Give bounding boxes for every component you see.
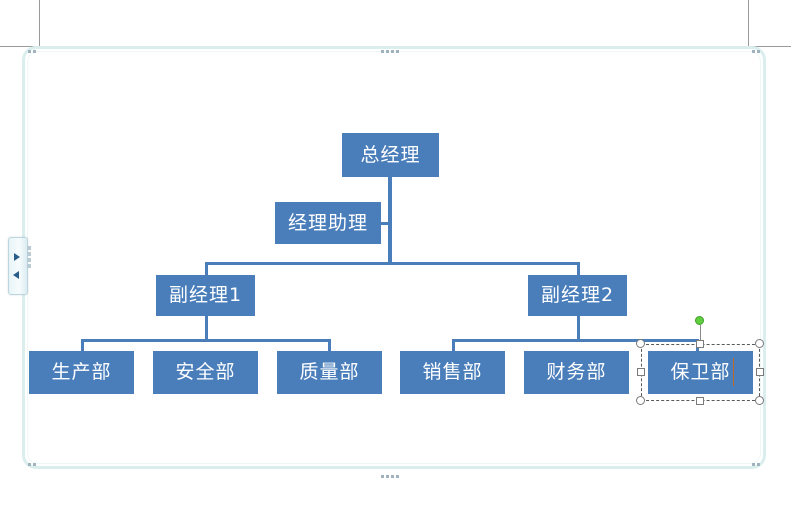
resize-handle-bottom-right[interactable] (755, 396, 764, 405)
org-node-label: 质量部 (299, 361, 360, 383)
resize-handle-bottom-center[interactable] (696, 397, 704, 405)
canvas-grip-bottom-center[interactable] (381, 475, 399, 478)
smartart-text-pane-toggle[interactable] (8, 237, 28, 295)
org-node-security[interactable]: 保卫部 (648, 351, 753, 394)
org-node-sales[interactable]: 销售部 (400, 351, 505, 394)
org-node-label: 总经理 (360, 143, 421, 166)
connector-deputy2-trunk (577, 315, 580, 341)
margin-guide-right-vertical (748, 0, 749, 47)
connector-ceo-trunk (388, 176, 392, 264)
canvas-grip-top-right[interactable] (752, 50, 760, 53)
org-node-label: 安全部 (175, 361, 236, 383)
margin-guide-left-vertical (39, 0, 40, 47)
triangle-right-icon (14, 253, 20, 261)
canvas-grip-bottom-right[interactable] (752, 463, 760, 466)
smartart-canvas-frame[interactable] (22, 46, 766, 469)
resize-handle-middle-left[interactable] (637, 368, 645, 376)
org-node-label: 副经理1 (168, 284, 243, 306)
triangle-left-icon (13, 271, 19, 279)
org-node-finance[interactable]: 财务部 (524, 351, 629, 394)
org-node-label: 保卫部 (670, 361, 731, 383)
text-caret (733, 358, 734, 386)
org-node-label: 副经理2 (540, 284, 615, 306)
rotate-handle[interactable] (695, 316, 704, 325)
resize-handle-middle-right[interactable] (756, 368, 764, 376)
org-node-safety[interactable]: 安全部 (153, 351, 258, 394)
connector-dept-left-bar (81, 339, 331, 342)
canvas-grip-top-left[interactable] (28, 50, 36, 53)
org-node-quality[interactable]: 质量部 (277, 351, 382, 394)
resize-handle-top-right[interactable] (755, 339, 764, 348)
org-node-deputy2[interactable]: 副经理2 (528, 275, 627, 316)
org-node-deputy1[interactable]: 副经理1 (156, 275, 255, 316)
resize-handle-top-center[interactable] (696, 340, 704, 348)
connector-dept-right-bar (452, 339, 699, 342)
text-pane-grip-dots[interactable] (27, 246, 31, 268)
resize-handle-bottom-left[interactable] (636, 396, 645, 405)
org-node-ceo[interactable]: 总经理 (342, 133, 439, 177)
org-node-production[interactable]: 生产部 (29, 351, 134, 394)
org-node-label: 销售部 (422, 361, 483, 383)
canvas-grip-bottom-left[interactable] (28, 463, 36, 466)
org-node-label: 财务部 (546, 361, 607, 383)
smartart-canvas-inner (27, 51, 761, 464)
connector-deputies-bar (205, 262, 580, 265)
resize-handle-top-left[interactable] (636, 339, 645, 348)
org-node-assistant[interactable]: 经理助理 (275, 202, 381, 244)
org-node-label: 生产部 (51, 361, 112, 383)
connector-deputy1-trunk (205, 315, 208, 341)
org-node-label: 经理助理 (287, 211, 368, 234)
document-page: 总经理 经理助理 副经理1 副经理2 生产部 安全部 质量部 销售部 财务部 保… (0, 0, 791, 506)
canvas-grip-top-center[interactable] (381, 50, 399, 53)
